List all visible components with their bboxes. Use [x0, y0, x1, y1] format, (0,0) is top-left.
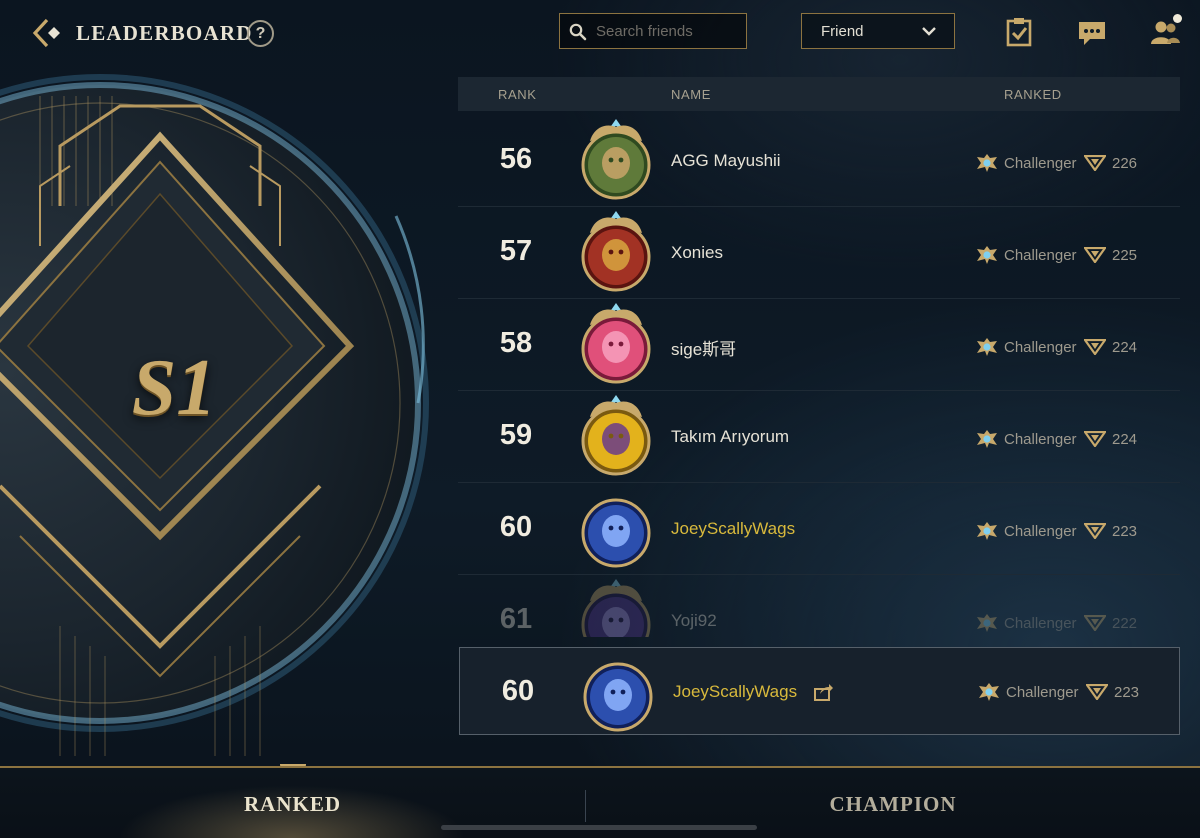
player-avatar: [576, 301, 656, 387]
player-name: JoeyScallyWags: [671, 519, 796, 538]
ranked-points-icon: [1084, 683, 1110, 701]
tier-label: Challenger: [1004, 339, 1077, 356]
challenger-tier-icon: [976, 613, 998, 633]
tier-label: Challenger: [1006, 684, 1079, 701]
friend-filter-dropdown[interactable]: Friend: [801, 13, 955, 49]
leaderboard-row[interactable]: 57 Xonies Challenger 225: [458, 207, 1180, 299]
share-icon[interactable]: [813, 682, 833, 702]
notification-dot: [1173, 14, 1182, 23]
column-header-ranked: RANKED: [1004, 87, 1062, 102]
player-name: Takım Arıyorum: [671, 427, 790, 446]
challenger-tier-icon: [976, 153, 998, 173]
help-button[interactable]: ?: [247, 20, 274, 47]
challenger-tier-icon: [978, 682, 1000, 702]
tier-label: Challenger: [1004, 431, 1077, 448]
player-avatar: [576, 577, 656, 637]
leaderboard-row[interactable]: 58 sige斯哥 Challenger 224: [458, 299, 1180, 391]
season-label: S1: [131, 344, 217, 432]
rank-number: 56: [499, 143, 533, 175]
player-avatar: [576, 485, 656, 571]
tier-label: Challenger: [1004, 247, 1077, 264]
back-arrow-icon: [32, 18, 60, 48]
player-name: JoeyScallyWags: [673, 682, 798, 701]
chat-bubble-icon: [1079, 22, 1105, 45]
player-name: Xonies: [671, 243, 723, 262]
filter-selected-value: Friend: [821, 23, 864, 40]
leaderboard-row[interactable]: 61 Yoji92 Challenger 222: [458, 575, 1180, 637]
home-indicator: [441, 825, 757, 830]
column-header-name: NAME: [671, 87, 711, 102]
tier-label: Challenger: [1004, 155, 1077, 172]
player-name: AGG Mayushii: [671, 151, 781, 170]
season-emblem: S1: [0, 66, 440, 766]
rank-number: 61: [499, 603, 533, 635]
leaderboard-row[interactable]: 59 Takım Arıyorum Challenger 224: [458, 391, 1180, 483]
ranked-points: 223: [1112, 523, 1138, 540]
top-bar: LEADERBOARD ? Friend: [0, 0, 1200, 66]
tier-label: Challenger: [1004, 523, 1077, 540]
clipboard-check-icon: [1006, 18, 1032, 47]
ranked-points-icon: [1082, 246, 1108, 264]
column-header-rank: RANK: [498, 87, 537, 102]
challenger-tier-icon: [976, 245, 998, 265]
friends-button[interactable]: [1149, 14, 1182, 48]
search-box[interactable]: [559, 13, 747, 49]
ranked-points: 225: [1112, 247, 1138, 264]
rank-number: 59: [499, 419, 533, 451]
leaderboard-row[interactable]: 56 AGG Mayushii Challenger 226: [458, 115, 1180, 207]
rank-number: 60: [501, 675, 535, 707]
missions-button[interactable]: [1003, 16, 1035, 48]
player-avatar: [578, 649, 658, 735]
player-avatar: [576, 393, 656, 479]
ranked-points-icon: [1082, 338, 1108, 356]
ranked-points: 224: [1112, 339, 1138, 356]
challenger-tier-icon: [976, 337, 998, 357]
rank-number: 60: [499, 511, 533, 543]
player-avatar: [576, 209, 656, 295]
ranked-points: 224: [1112, 431, 1138, 448]
player-avatar: [576, 117, 656, 203]
tier-label: Challenger: [1004, 615, 1077, 632]
ranked-points-icon: [1082, 154, 1108, 172]
leaderboard-row[interactable]: 60 JoeyScallyWags Challenger 223: [458, 483, 1180, 575]
ranked-points: 222: [1112, 615, 1138, 632]
player-name: Yoji92: [671, 611, 717, 630]
back-button[interactable]: [30, 15, 70, 51]
chat-button[interactable]: [1076, 16, 1108, 48]
ranked-points-icon: [1082, 614, 1108, 632]
ranked-points-icon: [1082, 430, 1108, 448]
chevron-down-icon: [922, 27, 936, 36]
challenger-tier-icon: [976, 521, 998, 541]
search-input[interactable]: [596, 18, 741, 44]
leaderboard-list[interactable]: 56 AGG Mayushii Challenger 226 57 Xonies Chal…: [458, 115, 1180, 637]
ranked-points: 223: [1114, 684, 1140, 701]
my-rank-row[interactable]: 60 JoeyScallyWags Challenger 223: [459, 647, 1180, 735]
search-icon: [569, 23, 587, 41]
page-title: LEADERBOARD: [76, 21, 253, 45]
ranked-points-icon: [1082, 522, 1108, 540]
rank-number: 58: [499, 327, 533, 359]
rank-number: 57: [499, 235, 533, 267]
player-name: sige斯哥: [671, 340, 737, 359]
leaderboard-header: RANK NAME RANKED: [458, 77, 1180, 111]
ranked-points: 226: [1112, 155, 1138, 172]
challenger-tier-icon: [976, 429, 998, 449]
